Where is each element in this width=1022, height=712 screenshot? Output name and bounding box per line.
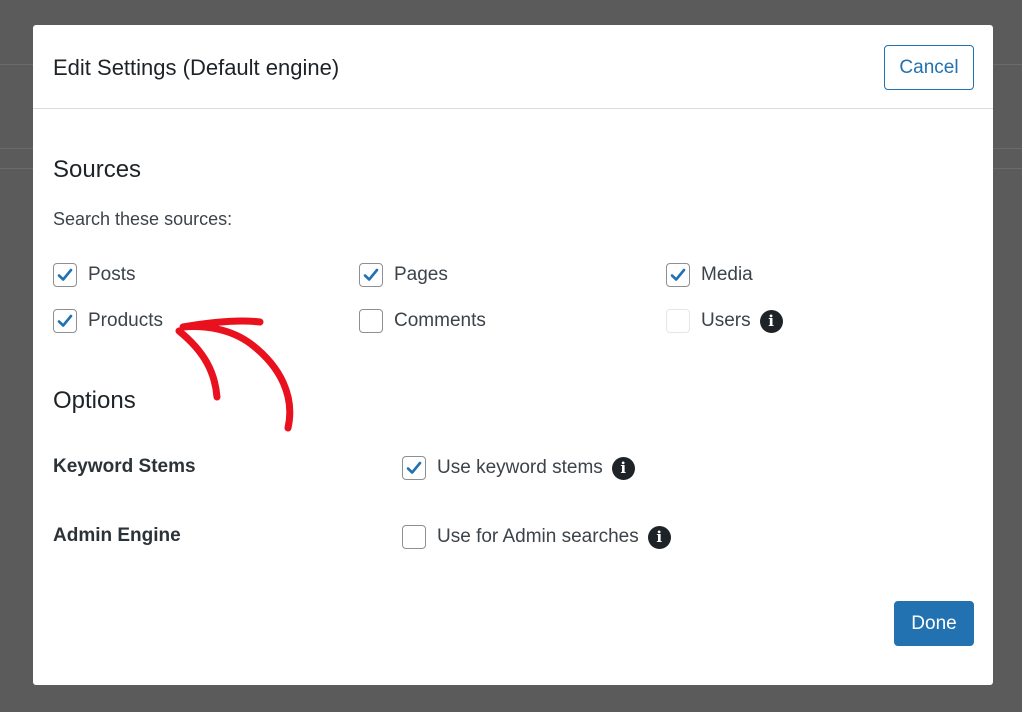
edit-settings-modal: Edit Settings (Default engine) Cancel So… xyxy=(33,25,993,685)
source-posts[interactable]: Posts xyxy=(53,262,136,288)
red-arrow-annotation xyxy=(175,317,294,432)
products-checkbox[interactable] xyxy=(53,309,77,333)
source-comments[interactable]: Comments xyxy=(359,308,486,334)
modal-header: Edit Settings (Default engine) Cancel xyxy=(33,25,993,109)
source-pages[interactable]: Pages xyxy=(359,262,448,288)
info-icon[interactable]: i xyxy=(759,309,783,333)
keyword-stems-label: Keyword Stems xyxy=(53,456,196,477)
done-button[interactable]: Done xyxy=(894,601,974,646)
comments-checkbox[interactable] xyxy=(359,309,383,333)
media-label: Media xyxy=(701,264,753,285)
users-checkbox xyxy=(666,309,690,333)
media-checkbox[interactable] xyxy=(666,263,690,287)
admin-searches-checkbox[interactable] xyxy=(402,525,426,549)
info-icon[interactable]: i xyxy=(611,456,635,480)
users-label: Users xyxy=(701,310,751,331)
source-products[interactable]: Products xyxy=(53,308,163,334)
info-icon[interactable]: i xyxy=(647,525,671,549)
check-icon xyxy=(57,314,73,327)
check-icon xyxy=(363,268,379,281)
modal-title: Edit Settings (Default engine) xyxy=(53,55,340,80)
check-icon xyxy=(670,268,686,281)
pages-label: Pages xyxy=(394,264,448,285)
admin-searches-checkbox-label: Use for Admin searches xyxy=(437,526,639,547)
options-heading: Options xyxy=(53,387,136,414)
comments-label: Comments xyxy=(394,310,486,331)
keyword-stems-checkbox[interactable] xyxy=(402,456,426,480)
posts-checkbox[interactable] xyxy=(53,263,77,287)
admin-engine-label: Admin Engine xyxy=(53,525,181,546)
posts-label: Posts xyxy=(88,264,136,285)
products-label: Products xyxy=(88,310,163,331)
check-icon xyxy=(406,461,422,474)
pages-checkbox[interactable] xyxy=(359,263,383,287)
source-users: Users i xyxy=(666,308,783,334)
sources-heading: Sources xyxy=(53,156,142,183)
check-icon xyxy=(57,268,73,281)
keyword-stems-option[interactable]: Use keyword stems i xyxy=(402,455,635,481)
sources-subtitle: Search these sources: xyxy=(53,209,233,229)
cancel-button[interactable]: Cancel xyxy=(884,45,974,90)
source-media[interactable]: Media xyxy=(666,262,753,288)
admin-engine-option[interactable]: Use for Admin searches i xyxy=(402,524,671,550)
keyword-stems-checkbox-label: Use keyword stems xyxy=(437,457,603,478)
